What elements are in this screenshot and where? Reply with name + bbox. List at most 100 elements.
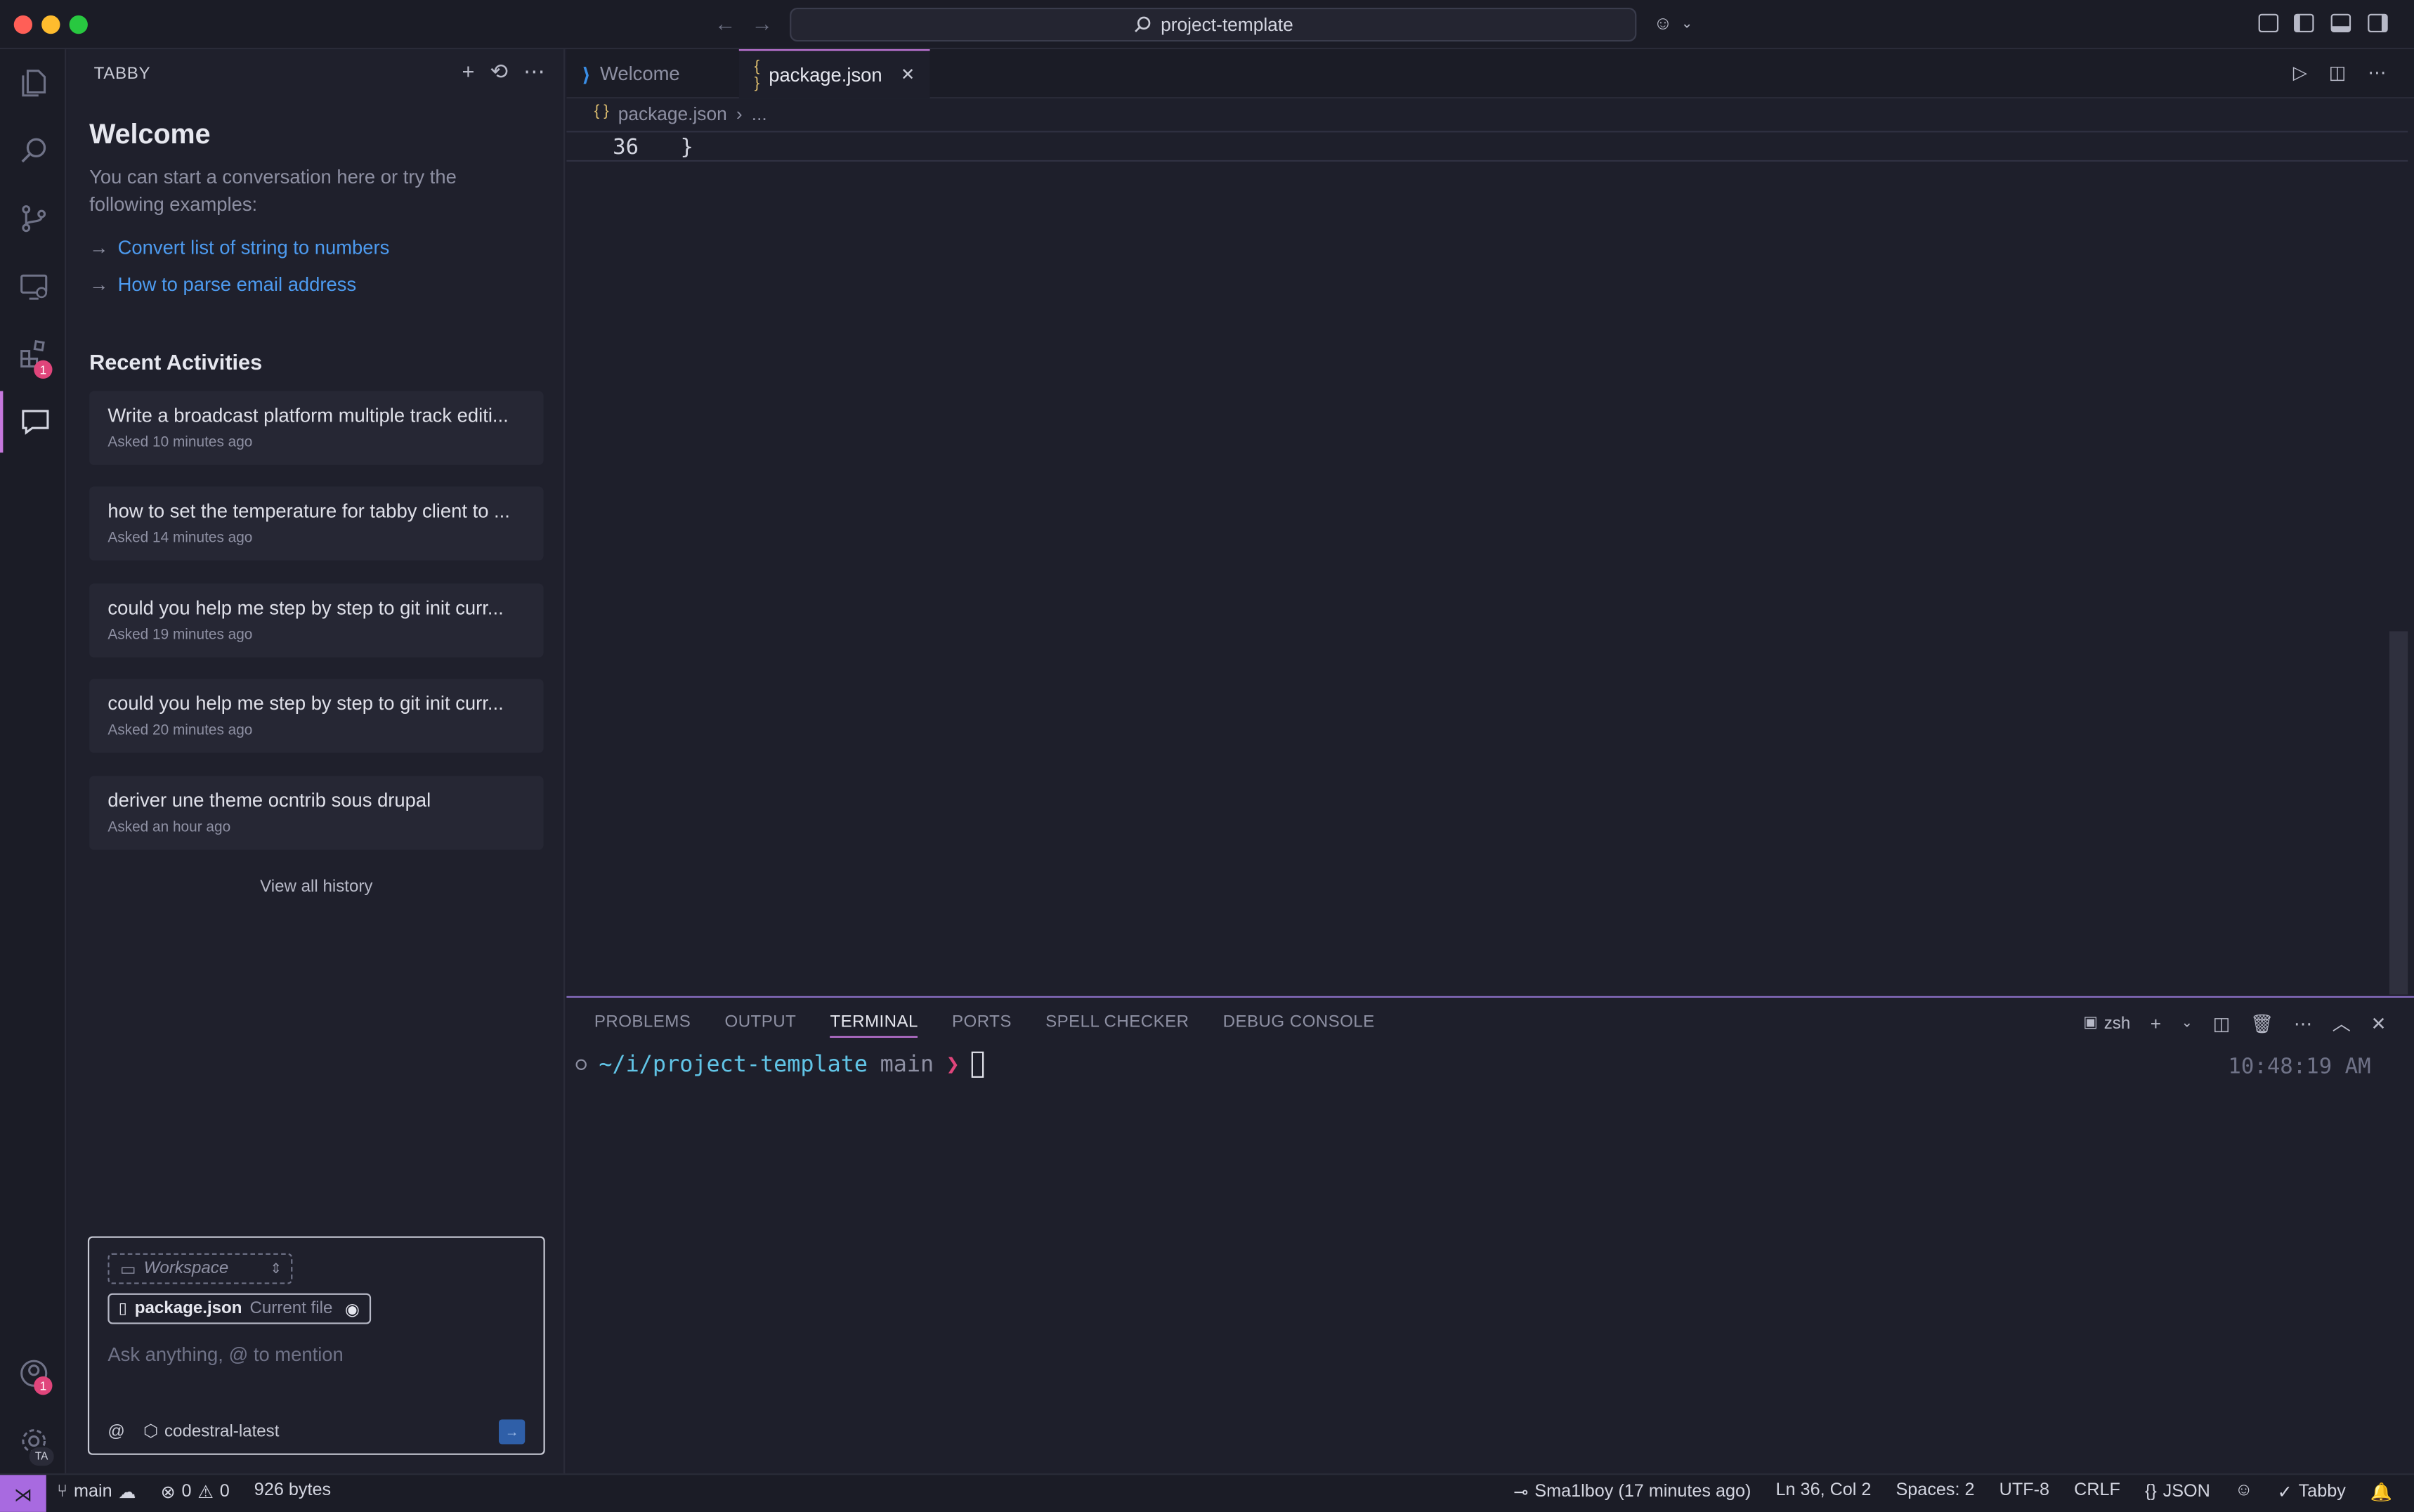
tab-spell-checker[interactable]: SPELL CHECKER xyxy=(1045,1013,1189,1038)
current-code-line[interactable]: 36 } xyxy=(566,131,2408,162)
activity-item[interactable]: Write a broadcast platform multiple trac… xyxy=(89,391,544,465)
arrow-right-icon: → xyxy=(504,1423,519,1440)
close-tab-icon[interactable]: ✕ xyxy=(901,65,915,84)
activity-title: could you help me step by step to git in… xyxy=(107,693,504,715)
example-link-2[interactable]: → How to parse email address xyxy=(89,274,356,296)
tab-package-json[interactable]: { } package.json ✕ xyxy=(738,49,930,99)
toggle-secondary-sidebar-icon[interactable] xyxy=(2368,13,2388,33)
example-text: Convert list of string to numbers xyxy=(117,237,390,259)
tabby-chat-icon[interactable] xyxy=(0,391,66,453)
problems-indicator[interactable]: ⊗ 0 ⚠ 0 xyxy=(161,1481,230,1502)
check-icon: ✓ xyxy=(2277,1484,2292,1503)
status-bar: ⋊ ⑂ main ☁ ⊗ 0 ⚠ 0 926 bytes ⊸ Sma1lboy … xyxy=(0,1473,2414,1512)
command-center[interactable]: project-template xyxy=(790,7,1637,42)
more-actions-icon[interactable]: ⋯ xyxy=(2294,1012,2312,1034)
terminal-icon: ▣ xyxy=(2083,1015,2098,1032)
more-actions-icon[interactable]: ⋯ xyxy=(523,58,545,84)
code-text[interactable]: } xyxy=(681,136,693,160)
more-actions-icon[interactable]: ⋯ xyxy=(2368,62,2386,84)
chevron-right-icon: › xyxy=(736,103,743,125)
mention-button[interactable]: @ xyxy=(107,1422,124,1440)
new-chat-plus-icon[interactable]: + xyxy=(462,58,475,84)
run-icon[interactable]: ▷ xyxy=(2293,62,2307,84)
git-blame-indicator[interactable]: ⊸ Sma1lboy (17 minutes ago) xyxy=(1513,1481,1751,1502)
send-button[interactable]: → xyxy=(498,1419,526,1445)
copilot-icon[interactable]: ☺ xyxy=(1653,13,1675,34)
activity-time: Asked 10 minutes ago xyxy=(107,434,253,452)
json-file-icon: { } xyxy=(594,103,609,120)
source-control-icon[interactable] xyxy=(0,188,66,249)
file-size[interactable]: 926 bytes xyxy=(254,1481,331,1503)
history-icon[interactable]: ⟲ xyxy=(490,58,508,84)
manage-gear-icon[interactable]: TA xyxy=(0,1410,66,1472)
arrow-right-icon: → xyxy=(89,274,109,296)
maximize-panel-icon[interactable]: ︿ xyxy=(2333,1010,2351,1036)
extensions-icon[interactable]: 1 xyxy=(0,323,66,385)
encoding[interactable]: UTF-8 xyxy=(1999,1481,2049,1503)
eye-icon[interactable]: ◉ xyxy=(345,1298,360,1319)
trash-icon[interactable]: 🗑 xyxy=(2250,1012,2273,1034)
terminal-prompt-line[interactable]: ~/i/project-template main ❯ xyxy=(575,1051,984,1078)
activity-item[interactable]: deriver une theme ocntrib sous drupal As… xyxy=(89,776,544,850)
example-link-1[interactable]: → Convert list of string to numbers xyxy=(89,237,389,259)
tab-terminal[interactable]: TERMINAL xyxy=(830,1013,918,1038)
tab-debug-console[interactable]: DEBUG CONSOLE xyxy=(1223,1013,1375,1038)
split-editor-icon[interactable]: ◫ xyxy=(2329,62,2347,84)
split-terminal-icon[interactable]: ◫ xyxy=(2213,1012,2231,1034)
end-of-line[interactable]: CRLF xyxy=(2074,1481,2120,1503)
notifications-bell-icon[interactable]: 🔔 xyxy=(2370,1481,2392,1502)
copilot-status-icon[interactable]: ☺ xyxy=(2235,1481,2253,1503)
branch-indicator[interactable]: ⑂ main ☁ xyxy=(57,1481,136,1503)
tab-label: package.json xyxy=(769,63,882,86)
activity-item[interactable]: could you help me step by step to git in… xyxy=(89,679,544,753)
cursor-position[interactable]: Ln 36, Col 2 xyxy=(1776,1481,1872,1503)
forward-arrow-icon[interactable]: → xyxy=(751,11,773,35)
welcome-subtitle: You can start a conversation here or try… xyxy=(89,166,457,216)
remote-indicator-icon[interactable]: ⋊ xyxy=(0,1475,46,1512)
title-bar: ← → project-template ☺ ⌄ xyxy=(0,0,2414,50)
current-file-chip[interactable]: ▯ package.json Current file ◉ xyxy=(107,1293,371,1324)
activity-item[interactable]: how to set the temperature for tabby cli… xyxy=(89,486,544,561)
editor-tabs: ⟩ Welcome { } package.json ✕ ▷ ◫ ⋯ xyxy=(566,49,2414,99)
model-select[interactable]: ⬡ codestral-latest xyxy=(143,1421,279,1441)
indentation[interactable]: Spaces: 2 xyxy=(1896,1481,1974,1503)
accounts-icon[interactable]: 1 xyxy=(0,1343,66,1405)
close-window-button[interactable] xyxy=(13,15,33,34)
minimize-window-button[interactable] xyxy=(41,15,60,34)
explorer-icon[interactable] xyxy=(0,53,66,115)
sync-cloud-icon: ☁ xyxy=(118,1484,136,1503)
terminal-cursor xyxy=(972,1051,984,1078)
language-mode[interactable]: {} JSON xyxy=(2145,1481,2210,1503)
customize-layout-icon[interactable] xyxy=(2258,13,2279,33)
workspace-select[interactable]: ▭ Workspace ⇕ xyxy=(107,1253,293,1284)
tab-ports[interactable]: PORTS xyxy=(952,1013,1012,1038)
chevron-down-icon[interactable]: ⌄ xyxy=(1681,15,1703,37)
toggle-primary-sidebar-icon[interactable] xyxy=(2294,13,2314,33)
new-terminal-plus-icon[interactable]: + xyxy=(2151,1012,2161,1034)
terminal-path: ~/i/project-template xyxy=(599,1052,868,1077)
activity-item[interactable]: could you help me step by step to git in… xyxy=(89,583,544,658)
back-arrow-icon[interactable]: ← xyxy=(715,11,736,35)
maximize-window-button[interactable] xyxy=(69,15,88,34)
chat-input[interactable] xyxy=(107,1339,524,1371)
tab-label: Welcome xyxy=(599,63,680,85)
terminal-shell-select[interactable]: ▣ zsh xyxy=(2083,1014,2130,1032)
view-all-history-link[interactable]: View all history xyxy=(89,878,543,896)
remote-explorer-icon[interactable] xyxy=(0,256,66,318)
breadcrumb-symbol[interactable]: ... xyxy=(752,103,767,125)
warning-count: 0 xyxy=(219,1482,230,1501)
editor-scrollbar[interactable] xyxy=(2389,631,2408,995)
tab-problems[interactable]: PROBLEMS xyxy=(594,1013,691,1038)
example-text: How to parse email address xyxy=(117,274,357,296)
git-branch-icon: ⑂ xyxy=(57,1482,68,1501)
toggle-panel-icon[interactable] xyxy=(2330,13,2351,33)
tab-output[interactable]: OUTPUT xyxy=(725,1013,797,1038)
chevron-down-icon[interactable]: ⌄ xyxy=(2181,1015,2193,1031)
tab-welcome[interactable]: ⟩ Welcome xyxy=(566,49,738,98)
search-icon[interactable] xyxy=(0,120,66,182)
close-panel-icon[interactable]: ✕ xyxy=(2370,1012,2386,1034)
branch-name: main xyxy=(73,1482,112,1501)
breadcrumb-file[interactable]: package.json xyxy=(618,103,727,125)
vscode-logo-icon: ⟩ xyxy=(582,63,591,86)
tabby-status[interactable]: ✓ Tabby xyxy=(2277,1481,2346,1503)
